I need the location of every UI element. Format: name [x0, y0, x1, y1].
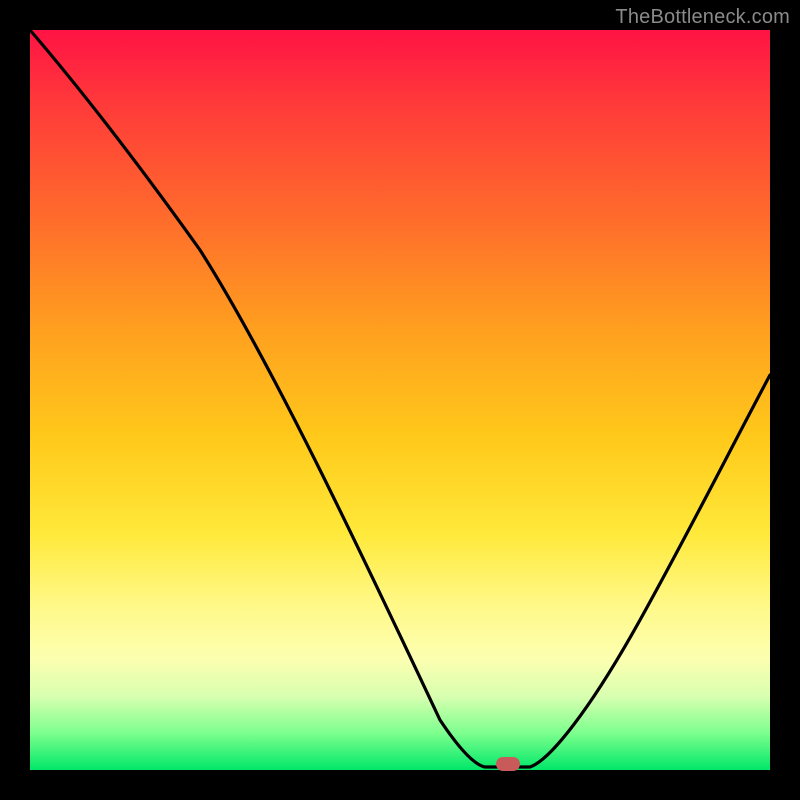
bottleneck-curve	[30, 30, 770, 770]
watermark-text: TheBottleneck.com	[615, 6, 790, 29]
chart-frame: TheBottleneck.com	[0, 0, 800, 800]
optimal-marker	[496, 757, 520, 771]
chart-plot-area	[30, 30, 770, 770]
curve-path	[30, 30, 770, 767]
